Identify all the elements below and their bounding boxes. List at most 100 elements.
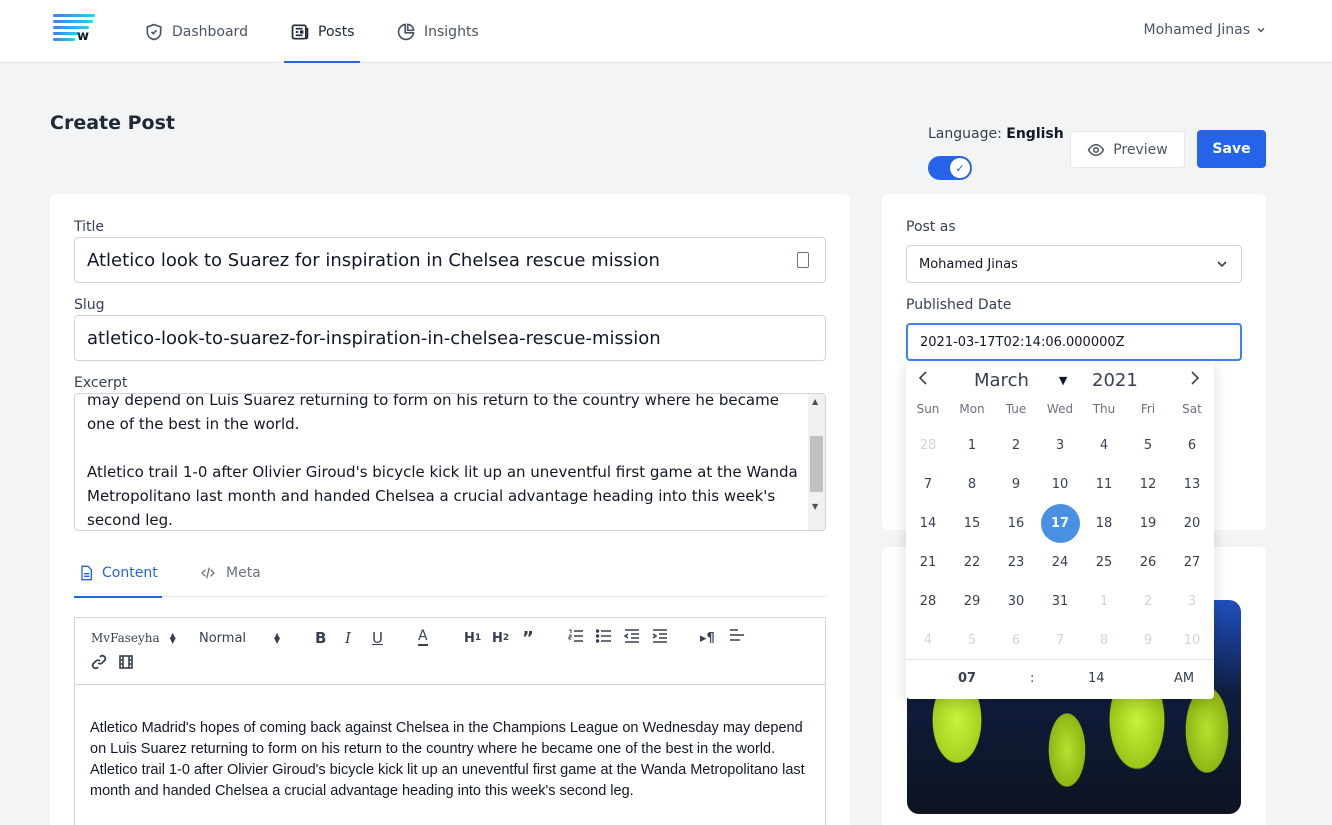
- excerpt-textarea[interactable]: may depend on Luis Suarez returning to f…: [74, 393, 826, 531]
- save-button[interactable]: Save: [1197, 130, 1266, 168]
- language-toggle[interactable]: ✓: [928, 156, 972, 180]
- tab-content[interactable]: Content: [74, 549, 162, 598]
- calendar-day[interactable]: 2: [1126, 582, 1170, 621]
- calendar-day[interactable]: 30: [994, 582, 1038, 621]
- calendar-day[interactable]: 9: [994, 465, 1038, 504]
- text-color-icon[interactable]: A: [418, 628, 428, 646]
- calendar-day[interactable]: 10: [1170, 621, 1214, 660]
- calendar-day[interactable]: 31: [1038, 582, 1082, 621]
- hour-input[interactable]: 07: [958, 671, 976, 686]
- calendar-day-number: 31: [1051, 594, 1069, 609]
- outdent-icon[interactable]: [624, 628, 640, 644]
- slug-value: atletico-look-to-suarez-for-inspiration-…: [87, 327, 661, 349]
- calendar-day-number: 12: [1139, 477, 1157, 492]
- underline-icon[interactable]: U: [372, 628, 383, 648]
- nav-dashboard[interactable]: Dashboard: [144, 0, 248, 63]
- calendar-day-number: 28: [919, 438, 937, 453]
- user-menu[interactable]: Mohamed Jinas: [1144, 22, 1266, 38]
- contact-card-icon: [797, 252, 809, 268]
- calendar-day[interactable]: 8: [1082, 621, 1126, 660]
- nav-insights-label: Insights: [424, 23, 479, 40]
- calendar-day[interactable]: 10: [1038, 465, 1082, 504]
- nav-insights[interactable]: Insights: [396, 0, 479, 63]
- calendar-day[interactable]: 4: [906, 621, 950, 660]
- chevron-down-icon: [1217, 261, 1227, 268]
- calendar-day[interactable]: 13: [1170, 465, 1214, 504]
- calendar-day[interactable]: 7: [1038, 621, 1082, 660]
- font-select[interactable]: MvFaseyha ▲ ▼: [91, 628, 176, 648]
- calendar-day[interactable]: 4: [1082, 426, 1126, 465]
- calendar-day[interactable]: 15: [950, 504, 994, 543]
- calendar-day[interactable]: 8: [950, 465, 994, 504]
- preview-button[interactable]: Preview: [1070, 131, 1185, 168]
- bold-icon[interactable]: B: [315, 628, 326, 648]
- calendar-day[interactable]: 5: [1126, 426, 1170, 465]
- calendar-day[interactable]: 29: [950, 582, 994, 621]
- post-as-select[interactable]: Mohamed Jinas: [906, 245, 1242, 283]
- app-logo[interactable]: w: [53, 14, 95, 46]
- calendar-day-number: 7: [1055, 633, 1065, 648]
- calendar-day[interactable]: 9: [1126, 621, 1170, 660]
- calendar-day[interactable]: 25: [1082, 543, 1126, 582]
- italic-icon[interactable]: I: [345, 628, 351, 648]
- calendar-day[interactable]: 6: [994, 621, 1038, 660]
- heading-2-icon[interactable]: H2: [492, 628, 509, 648]
- bullet-list-icon[interactable]: [596, 628, 612, 644]
- calendar-day[interactable]: 28: [906, 426, 950, 465]
- calendar-day[interactable]: 27: [1170, 543, 1214, 582]
- calendar-day[interactable]: 1: [1082, 582, 1126, 621]
- scrollbar-thumb[interactable]: [810, 436, 823, 492]
- published-date-input[interactable]: 2021-03-17T02:14:06.000000Z: [906, 323, 1242, 361]
- minute-input[interactable]: 14: [1088, 671, 1105, 686]
- weekday-header: Sun Mon Tue Wed Thu Fri Sat: [906, 402, 1214, 416]
- editor-content[interactable]: Atletico Madrid's hopes of coming back a…: [90, 718, 815, 802]
- calendar-day[interactable]: 3: [1038, 426, 1082, 465]
- year-input[interactable]: 2021: [1092, 370, 1138, 391]
- scroll-down-icon[interactable]: ▼: [812, 502, 818, 511]
- calendar-day-number: 19: [1139, 516, 1157, 531]
- calendar-day[interactable]: 26: [1126, 543, 1170, 582]
- next-month-icon[interactable]: [1190, 370, 1200, 391]
- calendar-day[interactable]: 23: [994, 543, 1038, 582]
- ordered-list-icon[interactable]: [568, 628, 584, 644]
- nav-posts[interactable]: Posts: [284, 0, 360, 63]
- heading-1-icon[interactable]: H1: [464, 628, 481, 648]
- calendar-day[interactable]: 18: [1082, 504, 1126, 543]
- calendar-day[interactable]: 22: [950, 543, 994, 582]
- calendar-day[interactable]: 1: [950, 426, 994, 465]
- blockquote-icon[interactable]: ”: [522, 628, 534, 649]
- calendar-day[interactable]: 28: [906, 582, 950, 621]
- size-select[interactable]: Normal ▲ ▼: [199, 628, 280, 648]
- calendar-day[interactable]: 11: [1082, 465, 1126, 504]
- ampm-toggle[interactable]: AM: [1174, 671, 1194, 686]
- prev-month-icon[interactable]: [918, 370, 928, 391]
- text-direction-icon[interactable]: ▸¶: [700, 628, 715, 648]
- calendar-day[interactable]: 19: [1126, 504, 1170, 543]
- calendar-day[interactable]: 16: [994, 504, 1038, 543]
- link-icon[interactable]: [91, 654, 107, 670]
- calendar-day-number: 20: [1183, 516, 1201, 531]
- month-select[interactable]: March ▼: [974, 370, 1067, 391]
- calendar-day[interactable]: 24: [1038, 543, 1082, 582]
- calendar-day[interactable]: 3: [1170, 582, 1214, 621]
- indent-icon[interactable]: [652, 628, 668, 644]
- excerpt-scrollbar[interactable]: ▲ ▼: [808, 394, 825, 530]
- calendar-day-number: 1: [1099, 594, 1109, 609]
- calendar-day[interactable]: 14: [906, 504, 950, 543]
- calendar-day[interactable]: 2: [994, 426, 1038, 465]
- calendar-day[interactable]: 21: [906, 543, 950, 582]
- calendar-day[interactable]: 12: [1126, 465, 1170, 504]
- calendar-day[interactable]: 6: [1170, 426, 1214, 465]
- align-left-icon[interactable]: [729, 628, 745, 644]
- scroll-up-icon[interactable]: ▲: [812, 397, 818, 406]
- video-icon[interactable]: [118, 654, 134, 670]
- tab-meta[interactable]: Meta: [198, 549, 261, 597]
- title-input[interactable]: Atletico look to Suarez for inspiration …: [74, 237, 826, 283]
- calendar-day[interactable]: 5: [950, 621, 994, 660]
- calendar-day[interactable]: 7: [906, 465, 950, 504]
- calendar-day-number: 8: [1099, 633, 1109, 648]
- slug-input[interactable]: atletico-look-to-suarez-for-inspiration-…: [74, 315, 826, 361]
- calendar-day[interactable]: 20: [1170, 504, 1214, 543]
- time-separator: :: [1030, 671, 1035, 686]
- calendar-day[interactable]: 17: [1038, 504, 1082, 543]
